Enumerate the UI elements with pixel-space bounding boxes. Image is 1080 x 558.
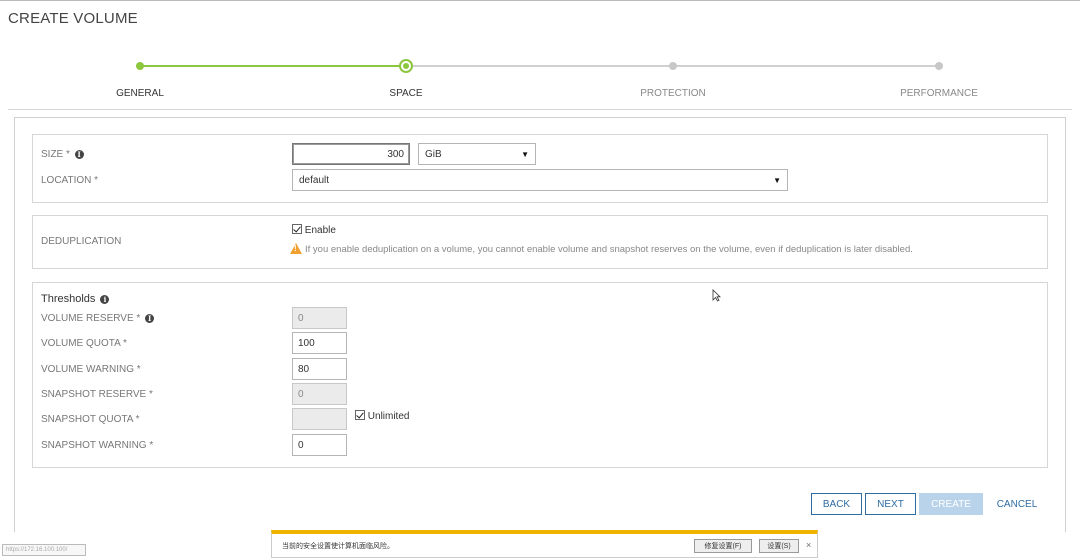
snapshot-reserve-input: 0 xyxy=(292,383,347,405)
volume-reserve-label-row: VOLUME RESERVE * i xyxy=(41,313,155,324)
page-title: CREATE VOLUME xyxy=(8,10,138,27)
snapshot-quota-input xyxy=(292,408,347,430)
step-label-space[interactable]: SPACE xyxy=(336,88,476,99)
snapshot-quota-label: SNAPSHOT QUOTA * xyxy=(41,414,140,425)
step-label-protection[interactable]: PROTECTION xyxy=(603,88,743,99)
space-section: SIZE * i 300 GiB ▼ LOCATION * default ▼ xyxy=(32,134,1048,203)
info-icon[interactable]: i xyxy=(100,295,110,304)
size-input[interactable]: 300 xyxy=(292,143,410,165)
unlimited-checkbox[interactable] xyxy=(355,410,365,420)
size-label-row: SIZE * i xyxy=(41,149,84,160)
notification-text: 当前的安全设置使计算机面临风险。 xyxy=(282,543,394,550)
unlimited-row: Unlimited xyxy=(355,410,409,422)
deduplication-section: DEDUPLICATION Enable If you enable dedup… xyxy=(32,215,1048,269)
volume-reserve-input: 0 xyxy=(292,307,347,329)
volume-reserve-label: VOLUME RESERVE * xyxy=(41,313,141,324)
step-dot-space[interactable] xyxy=(399,59,413,73)
thresholds-section: Thresholds i VOLUME RESERVE * i 0 VOLUME… xyxy=(32,282,1048,468)
snapshot-warning-label: SNAPSHOT WARNING * xyxy=(41,440,154,451)
info-icon[interactable]: i xyxy=(145,314,155,323)
top-border xyxy=(0,0,1080,1)
dedup-enable-checkbox[interactable] xyxy=(292,224,302,234)
deduplication-label: DEDUPLICATION xyxy=(41,236,122,247)
step-dot-performance[interactable] xyxy=(935,62,943,70)
cancel-button[interactable]: CANCEL xyxy=(990,493,1044,515)
snapshot-warning-input[interactable]: 0 xyxy=(292,434,347,456)
size-label: SIZE * xyxy=(41,149,70,160)
security-notification-bar: 当前的安全设置使计算机面临风险。 修复设置(F) 设置(S) × xyxy=(271,530,818,558)
wizard-divider xyxy=(8,109,1072,110)
chevron-down-icon: ▼ xyxy=(773,175,781,185)
step-dot-general[interactable] xyxy=(136,62,144,70)
wizard-progress-done xyxy=(140,65,406,67)
dedup-warning: If you enable deduplication on a volume,… xyxy=(290,243,913,255)
location-value: default xyxy=(299,174,330,186)
mouse-cursor-icon xyxy=(712,289,721,302)
thresholds-title: Thresholds xyxy=(41,293,96,305)
warning-icon xyxy=(290,243,302,254)
step-dot-protection[interactable] xyxy=(669,62,677,70)
dedup-enable-label[interactable]: Enable xyxy=(305,225,336,236)
volume-quota-input[interactable]: 100 xyxy=(292,332,347,354)
create-button: CREATE xyxy=(919,493,983,515)
snapshot-reserve-label: SNAPSHOT RESERVE * xyxy=(41,389,153,400)
close-icon[interactable]: × xyxy=(806,540,811,550)
info-icon[interactable]: i xyxy=(74,150,84,159)
dedup-enable-row: Enable xyxy=(292,224,336,236)
unlimited-label[interactable]: Unlimited xyxy=(368,411,410,422)
volume-warning-label: VOLUME WARNING * xyxy=(41,364,141,375)
next-button[interactable]: NEXT xyxy=(865,493,916,515)
volume-quota-label: VOLUME QUOTA * xyxy=(41,338,127,349)
back-button[interactable]: BACK xyxy=(811,493,862,515)
step-label-performance[interactable]: PERFORMANCE xyxy=(869,88,1009,99)
fix-settings-button[interactable]: 修复设置(F) xyxy=(694,539,752,553)
dedup-warning-text: If you enable deduplication on a volume,… xyxy=(305,244,913,255)
step-label-general[interactable]: GENERAL xyxy=(70,88,210,99)
thresholds-title-row: Thresholds i xyxy=(41,293,110,305)
size-unit-select[interactable]: GiB ▼ xyxy=(418,143,536,165)
status-url-tooltip: https://172.16.100.100/ xyxy=(2,544,86,556)
wizard-steps: GENERAL SPACE PROTECTION PERFORMANCE xyxy=(0,50,1080,110)
settings-button[interactable]: 设置(S) xyxy=(759,539,799,553)
chevron-down-icon: ▼ xyxy=(521,149,529,159)
location-label: LOCATION * xyxy=(41,175,99,186)
volume-warning-input[interactable]: 80 xyxy=(292,358,347,380)
size-unit-value: GiB xyxy=(425,148,442,160)
location-select[interactable]: default ▼ xyxy=(292,169,788,191)
